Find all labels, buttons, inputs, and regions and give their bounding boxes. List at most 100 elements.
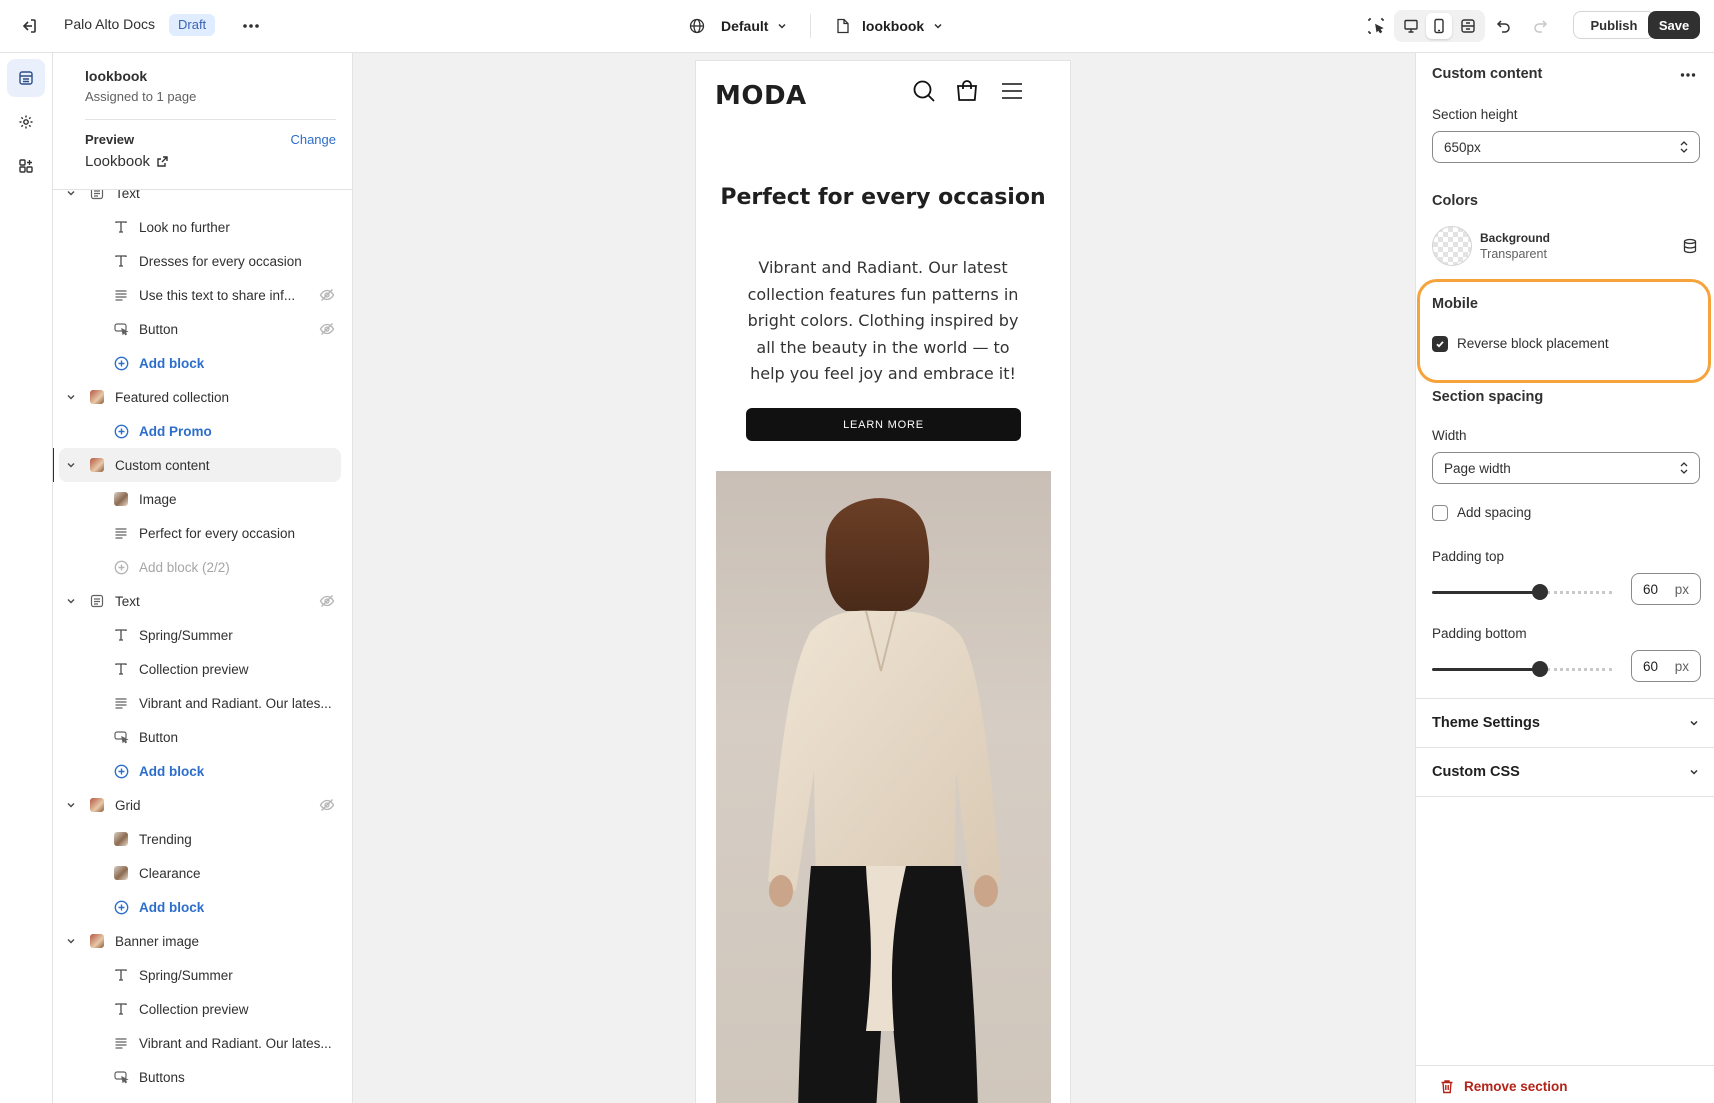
- tree-section[interactable]: Grid: [53, 788, 352, 822]
- desktop-view-icon[interactable]: [1398, 13, 1424, 39]
- redo-icon[interactable]: [1526, 12, 1554, 40]
- section-tree: Text Look no further Dresses for every occ…: [53, 190, 352, 1103]
- slider-handle[interactable]: [1532, 584, 1548, 600]
- eye-hidden-icon[interactable]: [319, 593, 335, 609]
- mobile-view-icon[interactable]: [1426, 13, 1453, 39]
- hero-body: Vibrant and Radiant. Our latest collecti…: [747, 258, 1019, 383]
- eye-hidden-icon[interactable]: [319, 287, 335, 303]
- chevron-down-icon[interactable]: [63, 933, 79, 949]
- learn-more-button[interactable]: LEARN MORE: [746, 408, 1021, 441]
- menu-icon[interactable]: [998, 77, 1026, 105]
- tree-block[interactable]: Trending: [53, 822, 352, 856]
- save-button[interactable]: Save: [1648, 11, 1700, 39]
- top-bar: Palo Alto Docs Draft Default lookbook Pu…: [0, 0, 1714, 53]
- tree-block[interactable]: Perfect for every occasion: [53, 516, 352, 550]
- preview-value[interactable]: Lookbook: [85, 153, 169, 170]
- tree-block[interactable]: Clearance: [53, 856, 352, 890]
- tree-section[interactable]: Text: [53, 584, 352, 618]
- chevron-down-icon[interactable]: [63, 593, 79, 609]
- slider-handle[interactable]: [1532, 661, 1548, 677]
- custom-css-accordion[interactable]: Custom CSS: [1432, 762, 1700, 782]
- theme-selector[interactable]: Default: [689, 14, 788, 38]
- inspector-icon[interactable]: [1362, 12, 1390, 40]
- preview-canvas: MODA Perfect for every occasion Vibrant …: [354, 53, 1415, 1103]
- tree-block[interactable]: Use this text to share inf...: [53, 278, 352, 312]
- add-block-button[interactable]: Add block: [53, 346, 352, 380]
- tree-block[interactable]: Buttons: [53, 1060, 352, 1094]
- add-block-button[interactable]: Add Promo: [53, 414, 352, 448]
- tree-block[interactable]: Vibrant and Radiant. Our lates...: [53, 686, 352, 720]
- eye-hidden-icon[interactable]: [319, 321, 335, 337]
- add-block-button[interactable]: Add block: [53, 754, 352, 788]
- tree-block[interactable]: Image: [53, 482, 352, 516]
- tree-block[interactable]: Collection preview: [53, 992, 352, 1026]
- publish-button[interactable]: Publish: [1573, 11, 1655, 39]
- hero-image: [716, 471, 1051, 1103]
- tree-item-label: Button: [139, 321, 179, 337]
- eye-hidden-icon[interactable]: [319, 797, 335, 813]
- fullscreen-view-icon[interactable]: [1455, 13, 1481, 39]
- plus-circle-icon: [113, 423, 129, 439]
- tree-section[interactable]: Text: [53, 190, 352, 210]
- tree-section[interactable]: Featured collection: [53, 380, 352, 414]
- chevron-down-icon[interactable]: [63, 389, 79, 405]
- width-value: Page width: [1444, 460, 1511, 476]
- tree-block[interactable]: Look no further: [53, 210, 352, 244]
- tree-block[interactable]: Spring/Summer: [53, 958, 352, 992]
- tree-block[interactable]: Dresses for every occasion: [53, 244, 352, 278]
- background-color-swatch[interactable]: [1432, 226, 1472, 266]
- width-select[interactable]: Page width: [1432, 452, 1700, 484]
- more-options-icon[interactable]: [1676, 63, 1700, 87]
- chevron-down-icon[interactable]: [63, 190, 79, 201]
- tree-section[interactable]: Banner image: [53, 924, 352, 958]
- section-height-select[interactable]: 650px: [1432, 131, 1700, 163]
- cart-icon[interactable]: [953, 77, 981, 105]
- remove-section-button[interactable]: Remove section: [1440, 1079, 1568, 1094]
- page-selector[interactable]: lookbook: [836, 14, 944, 38]
- tree-item-label: Spring/Summer: [139, 627, 233, 643]
- slider-fill: [1432, 668, 1539, 671]
- chevron-down-icon[interactable]: [63, 457, 79, 473]
- database-icon[interactable]: [1683, 238, 1697, 257]
- theme-settings-accordion[interactable]: Theme Settings: [1432, 713, 1700, 733]
- padding-bottom-slider[interactable]: [1432, 661, 1612, 677]
- tree-block[interactable]: Spring/Summer: [53, 618, 352, 652]
- panel-title: Custom content: [1432, 66, 1543, 82]
- heading-icon: [113, 967, 129, 983]
- padding-bottom-label: Padding bottom: [1432, 626, 1527, 641]
- divider: [1416, 747, 1714, 748]
- page-icon: [837, 18, 849, 34]
- padding-top-input[interactable]: 60 px: [1631, 573, 1701, 605]
- tree-item-label: Text: [115, 593, 140, 609]
- tree-item-label: Featured collection: [115, 389, 230, 405]
- add-spacing-checkbox[interactable]: [1432, 505, 1448, 521]
- exit-icon[interactable]: [17, 14, 41, 38]
- status-badge: Draft: [169, 14, 216, 36]
- tree-block[interactable]: Button: [53, 720, 352, 754]
- image-thumbnail-icon: [113, 491, 129, 507]
- chevron-down-icon[interactable]: [63, 797, 79, 813]
- tree-section[interactable]: Custom content: [53, 448, 341, 482]
- apps-icon[interactable]: [7, 147, 45, 185]
- select-arrows-icon: [1680, 141, 1688, 153]
- background-label: Background: [1480, 231, 1551, 245]
- change-preview-link[interactable]: Change: [290, 132, 336, 147]
- tree-block[interactable]: Vibrant and Radiant. Our lates...: [53, 1026, 352, 1060]
- add-block-button[interactable]: Add block: [53, 890, 352, 924]
- reverse-block-checkbox[interactable]: [1432, 336, 1448, 352]
- tree-block[interactable]: Collection preview: [53, 652, 352, 686]
- tree-block[interactable]: Button: [53, 312, 352, 346]
- button-icon: [113, 1069, 129, 1085]
- tree-item-label: Perfect for every occasion: [139, 525, 296, 541]
- sections-icon[interactable]: [7, 59, 45, 97]
- padding-bottom-input[interactable]: 60 px: [1631, 650, 1701, 682]
- heading-icon: [113, 1001, 129, 1017]
- store-logo[interactable]: MODA: [715, 81, 807, 111]
- undo-icon[interactable]: [1490, 12, 1518, 40]
- gear-icon[interactable]: [7, 103, 45, 141]
- text-section-icon: [89, 190, 105, 201]
- padding-top-slider[interactable]: [1432, 584, 1612, 600]
- search-icon[interactable]: [910, 77, 938, 105]
- unit-label: px: [1674, 658, 1689, 674]
- more-actions-icon[interactable]: [239, 14, 263, 38]
